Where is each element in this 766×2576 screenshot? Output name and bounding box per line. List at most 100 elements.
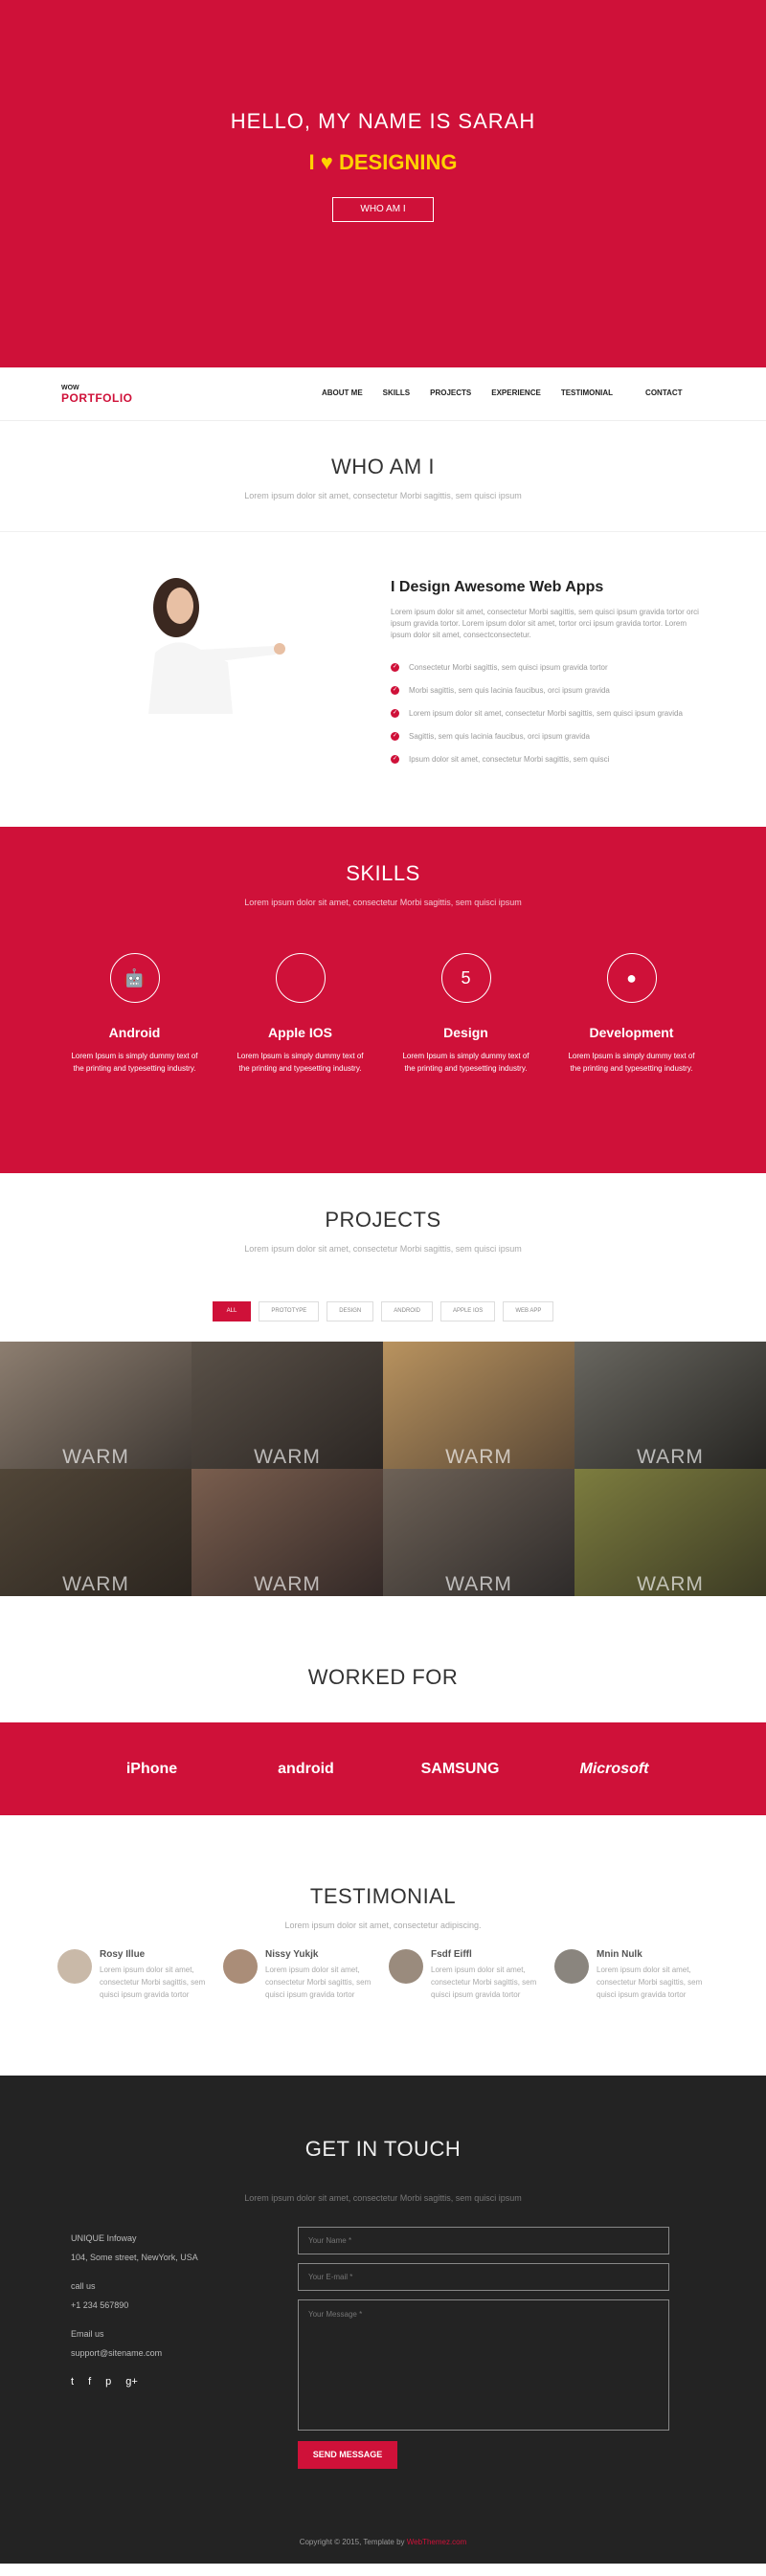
project-tile[interactable]: WARM	[192, 1342, 383, 1469]
call-label: call us	[71, 2281, 96, 2291]
hero-title: HELLO, MY NAME IS SARAH	[230, 109, 536, 133]
project-tile[interactable]: WARM	[383, 1469, 574, 1596]
skills-section: SKILLS Lorem ipsum dolor sit amet, conse…	[0, 827, 766, 1173]
project-filters: ALL PROTOTYPE DESIGN ANDROID APPLE IOS W…	[0, 1301, 766, 1321]
microsoft-logo: Microsoft	[579, 1760, 649, 1777]
filter-all[interactable]: ALL	[212, 1301, 252, 1321]
filter-apple-ios[interactable]: APPLE IOS	[439, 1301, 496, 1321]
project-tile[interactable]: WARM	[192, 1469, 383, 1596]
testimonial-subtitle: Lorem ipsum dolor sit amet, consectetur …	[284, 1921, 482, 1930]
android-logo: android	[278, 1760, 334, 1777]
project-tile[interactable]: WARM	[574, 1342, 766, 1469]
projects-section: PROJECTS Lorem ipsum dolor sit amet, con…	[0, 1173, 766, 1342]
user-icon: ●	[606, 953, 657, 1003]
skill-card: Apple IOS Lorem Ipsum is simply dummy tex…	[217, 953, 383, 1075]
avatar	[389, 1949, 423, 1984]
avatar	[554, 1949, 589, 1984]
email-link[interactable]: support@sitename.com	[71, 2343, 198, 2363]
main-menu: ABOUT ME SKILLS PROJECTS EXPERIENCE TEST…	[322, 389, 703, 397]
feature-item: ✓ Lorem ipsum dolor sit amet, consectetur…	[391, 708, 683, 718]
nav-skills[interactable]: SKILLS	[383, 389, 410, 397]
testimonial-grid: Rosy Illue Lorem ipsum dolor sit amet, co…	[0, 1949, 766, 2001]
social-links: t f p g+	[71, 2372, 198, 2391]
who-subtitle: Lorem ipsum dolor sit amet, consectetur …	[244, 491, 522, 500]
testimonial-title: TESTIMONIAL	[309, 1884, 457, 1908]
who-title: WHO AM I	[331, 455, 435, 478]
worked-title: WORKED FOR	[307, 1665, 459, 1689]
samsung-logo: SAMSUNG	[420, 1760, 500, 1777]
filter-android[interactable]: ANDROID	[381, 1301, 433, 1321]
apple-icon	[275, 953, 326, 1003]
who-am-i-button[interactable]: WHO AM I	[332, 197, 434, 222]
address: 104, Some street, NewYork, USA	[71, 2253, 198, 2262]
testimonial-section: TESTIMONIAL Lorem ipsum dolor sit amet, …	[0, 1815, 766, 2076]
filter-prototype[interactable]: PROTOTYPE	[259, 1301, 320, 1321]
iphone-logo: iPhone	[125, 1760, 178, 1777]
feature-item: ✓ Morbi sagittis, sem quis lacinia faucib…	[391, 685, 610, 695]
project-gallery: WARM WARM WARM WARM WARM WARM WARM WARM	[0, 1342, 766, 1596]
about-text: Lorem ipsum dolor sit amet, consectetur …	[391, 608, 699, 639]
android-icon: 🤖	[109, 953, 160, 1003]
projects-subtitle: Lorem ipsum dolor sit amet, consectetur …	[244, 1244, 522, 1254]
nav-projects[interactable]: PROJECTS	[430, 389, 471, 397]
check-icon: ✓	[391, 685, 399, 695]
message-field[interactable]	[298, 2299, 669, 2431]
check-icon: ✓	[391, 662, 399, 672]
about-heading: I Design Awesome Web Apps	[391, 579, 604, 595]
projects-title: PROJECTS	[325, 1208, 441, 1232]
project-tile[interactable]: WARM	[0, 1469, 192, 1596]
footer-link[interactable]: WebThemez.com	[407, 2538, 467, 2546]
feature-item: ✓ Sagittis, sem quis lacinia faucibus, or…	[391, 731, 590, 741]
skill-card: 5 Design Lorem Ipsum is simply dummy text …	[383, 953, 549, 1075]
facebook-icon[interactable]: f	[88, 2372, 91, 2391]
profile-photo	[103, 574, 341, 714]
hero-section: HELLO, MY NAME IS SARAH I ♥ DESIGNING WH…	[0, 0, 766, 367]
hero-tagline: I ♥ DESIGNING	[308, 150, 458, 174]
html5-icon: 5	[440, 953, 491, 1003]
heart-icon: ♥	[320, 150, 333, 174]
email-field[interactable]	[298, 2263, 669, 2291]
project-tile[interactable]: WARM	[383, 1342, 574, 1469]
name-field[interactable]	[298, 2227, 669, 2254]
contact-section: GET IN TOUCH Lorem ipsum dolor sit amet,…	[0, 2076, 766, 2564]
check-icon: ✓	[391, 708, 399, 718]
worked-section: WORKED FOR	[0, 1596, 766, 1722]
project-tile[interactable]: WARM	[0, 1342, 192, 1469]
skill-card: 🤖 Android Lorem Ipsum is simply dummy text…	[52, 953, 217, 1075]
testimonial-card: Rosy Illue Lorem ipsum dolor sit amet, co…	[52, 1949, 217, 2001]
google-plus-icon[interactable]: g+	[125, 2372, 138, 2391]
contact-title: GET IN TOUCH	[304, 2137, 462, 2161]
nav-experience[interactable]: EXPERIENCE	[491, 389, 541, 397]
about-section: I Design Awesome Web Apps Lorem ipsum do…	[0, 532, 766, 827]
testimonial-card: Mnin Nulk Lorem ipsum dolor sit amet, con…	[549, 1949, 714, 2001]
skills-grid: 🤖 Android Lorem Ipsum is simply dummy text…	[0, 953, 766, 1075]
client-brands: iPhone android SAMSUNG Microsoft	[0, 1722, 766, 1815]
company-name: UNIQUE Infoway	[71, 2233, 137, 2243]
nav-testimonial[interactable]: TESTIMONIAL	[561, 389, 613, 397]
testimonial-card: Fsdf Eiffl Lorem ipsum dolor sit amet, co…	[383, 1949, 549, 2001]
twitter-icon[interactable]: t	[71, 2372, 74, 2391]
phone: +1 234 567890	[71, 2300, 129, 2310]
footer: Copyright © 2015, Template by WebThemez.…	[299, 2538, 467, 2546]
who-section: WHO AM I Lorem ipsum dolor sit amet, con…	[0, 421, 766, 532]
filter-design[interactable]: DESIGN	[327, 1301, 374, 1321]
send-message-button[interactable]: SEND MESSAGE	[298, 2441, 397, 2469]
skills-title: SKILLS	[346, 861, 420, 885]
contact-info: UNIQUE Infoway 104, Some street, NewYork…	[71, 2229, 198, 2391]
pinterest-icon[interactable]: p	[105, 2372, 111, 2391]
avatar	[57, 1949, 92, 1984]
skills-subtitle: Lorem ipsum dolor sit amet, consectetur …	[244, 898, 522, 907]
nav-about-me[interactable]: ABOUT ME	[322, 389, 363, 397]
filter-web-app[interactable]: WEB APP	[503, 1301, 554, 1321]
email-label: Email us	[71, 2329, 104, 2339]
nav-contact[interactable]: CONTACT	[645, 389, 683, 397]
feature-item: ✓ Consectetur Morbi sagittis, sem quisci …	[391, 662, 608, 672]
logo[interactable]: WOW PORTFOLIO	[61, 385, 133, 405]
feature-item: ✓ Ipsum dolor sit amet, consectetur Morbi…	[391, 754, 610, 764]
navbar: WOW PORTFOLIO ABOUT ME SKILLS PROJECTS EX…	[0, 367, 766, 421]
skill-card: ● Development Lorem Ipsum is simply dummy …	[549, 953, 714, 1075]
feature-list: ✓ Consectetur Morbi sagittis, sem quisci …	[391, 655, 683, 770]
check-icon: ✓	[391, 754, 399, 764]
avatar	[223, 1949, 258, 1984]
project-tile[interactable]: WARM	[574, 1469, 766, 1596]
